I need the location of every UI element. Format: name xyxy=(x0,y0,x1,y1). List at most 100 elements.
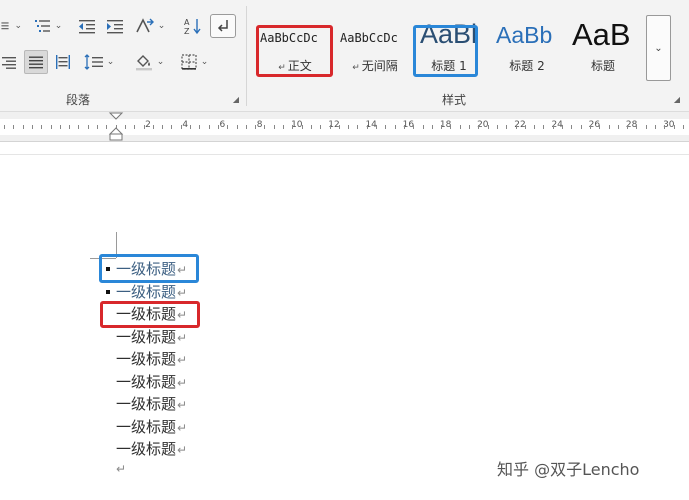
ruler-tick xyxy=(152,125,154,129)
paragraph-mark-icon: ↵ xyxy=(177,375,188,390)
ruler-tick xyxy=(13,125,15,129)
increase-indent-button[interactable] xyxy=(104,14,126,38)
justify-button[interactable] xyxy=(24,50,48,74)
borders-button[interactable]: ⌄ xyxy=(174,50,214,74)
ruler-number: 2 xyxy=(145,120,151,130)
chevron-down-icon: ⌄ xyxy=(200,57,209,67)
styles-group-label: 样式 xyxy=(442,93,467,107)
ruler-tick xyxy=(562,125,563,129)
chinese-layout-button[interactable]: ⌄ xyxy=(132,14,168,38)
ruler-tick xyxy=(236,125,238,129)
ruler-tick xyxy=(338,125,340,129)
ruler-tick xyxy=(245,125,247,129)
paragraph-mark-icon: ↵ xyxy=(352,63,360,73)
heading-line[interactable]: 一级标题↵ xyxy=(116,348,187,370)
numbering-button[interactable]: ⌄ xyxy=(0,14,22,38)
ruler-tick xyxy=(22,125,24,129)
ruler-tick xyxy=(413,125,415,129)
borders-icon xyxy=(181,54,197,70)
paragraph-mark-icon: ↵ xyxy=(177,443,188,457)
ruler-band: 2468101214161820222426283032 xyxy=(0,112,689,142)
ruler-tick xyxy=(599,125,601,129)
justify-icon xyxy=(29,56,43,69)
decrease-indent-button[interactable] xyxy=(76,14,98,38)
paragraph-mark-icon: ↵ xyxy=(177,285,188,300)
ruler-tick xyxy=(394,125,396,129)
ruler-tick xyxy=(515,125,517,129)
ruler-tick xyxy=(655,125,656,129)
heading-text: 一级标题 xyxy=(116,282,177,301)
heading-line[interactable]: 一级标题↵ xyxy=(116,371,187,393)
heading-line[interactable]: 一级标题↵ xyxy=(116,326,187,348)
style-name: ↵ 无间隔 xyxy=(352,59,398,73)
ruler-tick xyxy=(180,125,182,129)
ruler-tick xyxy=(441,125,443,129)
ruler-tick xyxy=(273,125,275,129)
style-sample: AaB xyxy=(572,17,631,52)
ruler-number: 8 xyxy=(256,120,263,130)
heading-text: 一级标题 xyxy=(116,395,177,413)
paragraph-mark-icon: ↵ xyxy=(177,353,188,367)
align-right-button[interactable] xyxy=(0,50,18,74)
ruler-tick xyxy=(496,125,498,129)
ruler-tick xyxy=(459,125,461,129)
style-tile-heading-2[interactable]: AaBb 标题 2 xyxy=(492,15,562,81)
ruler-tick xyxy=(283,125,284,129)
multilevel-list-button[interactable]: ⌄ xyxy=(30,14,66,38)
ruler-tick xyxy=(31,125,33,129)
ruler-tick xyxy=(636,125,638,129)
ruler-tick xyxy=(617,125,619,129)
ruler-tick xyxy=(217,125,219,129)
ruler-tick xyxy=(403,125,405,129)
chevron-down-icon: ⌄ xyxy=(156,57,165,67)
watermark: 知乎 @双子Lencho xyxy=(497,460,640,479)
ruler-tick xyxy=(366,125,368,129)
svg-text:A: A xyxy=(184,18,190,27)
styles-dialog-launcher-icon[interactable]: ◢ xyxy=(672,95,682,105)
heading-line[interactable]: 一级标题↵ xyxy=(116,393,187,415)
ruler-tick xyxy=(348,125,350,129)
horizontal-ruler[interactable]: 2468101214161820222426283032 xyxy=(0,119,689,135)
line-spacing-button[interactable]: ⌄ xyxy=(80,50,118,74)
ruler-tick xyxy=(534,125,536,129)
highlight-box-normal-style xyxy=(256,25,333,77)
style-sample: AaBbCcDc xyxy=(340,31,398,45)
ruler-tick xyxy=(87,125,89,129)
ribbon: ⌄ ⌄ ⌄ A Z ⌄ ⌄ ⌄ 段落 ◢ AaBbCcDc ↵ 正文 AaBbC… xyxy=(0,0,689,112)
paragraph-mark-icon: ↵ xyxy=(177,330,188,345)
ruler-tick xyxy=(227,125,229,129)
ruler-tick xyxy=(673,125,675,129)
heading-line[interactable]: 一级标题↵ xyxy=(116,416,187,438)
chevron-down-icon: ⌄ xyxy=(54,21,63,31)
ruler-tick xyxy=(208,125,210,129)
heading-text: 一级标题 xyxy=(116,372,177,391)
styles-gallery-expand-button[interactable]: ⌄ xyxy=(646,15,671,81)
distributed-button[interactable] xyxy=(52,50,74,74)
ruler-tick xyxy=(69,125,71,129)
sort-button[interactable]: A Z xyxy=(180,14,204,38)
ruler-tick xyxy=(487,125,489,129)
heading-line[interactable]: 一级标题↵ xyxy=(116,281,187,303)
ruler-tick xyxy=(552,125,554,129)
paragraph-mark-icon: ↵ xyxy=(177,420,188,435)
ruler-tick xyxy=(320,125,322,129)
ruler-tick xyxy=(580,125,582,129)
show-formatting-marks-button[interactable] xyxy=(210,14,236,38)
empty-paragraph-mark[interactable]: ↵ xyxy=(116,462,126,476)
paragraph-dialog-launcher-icon[interactable]: ◢ xyxy=(231,95,241,105)
shading-button[interactable]: ⌄ xyxy=(130,50,168,74)
heading-text: 一级标题 xyxy=(116,440,177,458)
ruler-tick xyxy=(199,125,201,129)
style-tile-title[interactable]: AaB 标题 xyxy=(568,15,638,81)
ruler-tick xyxy=(524,125,526,129)
style-tile-no-spacing[interactable]: AaBbCcDc ↵ 无间隔 xyxy=(336,15,414,81)
ruler-tick xyxy=(357,125,359,129)
ruler-number: 6 xyxy=(219,120,226,130)
highlight-box-normal-line xyxy=(100,301,200,328)
chevron-down-icon: ⌄ xyxy=(654,42,663,54)
decrease-indent-icon xyxy=(79,20,95,34)
svg-text:Z: Z xyxy=(184,27,190,35)
heading-line[interactable]: 一级标题↵ xyxy=(116,438,187,460)
ruler-tick xyxy=(478,125,480,129)
indent-marker-icon[interactable] xyxy=(108,112,124,142)
